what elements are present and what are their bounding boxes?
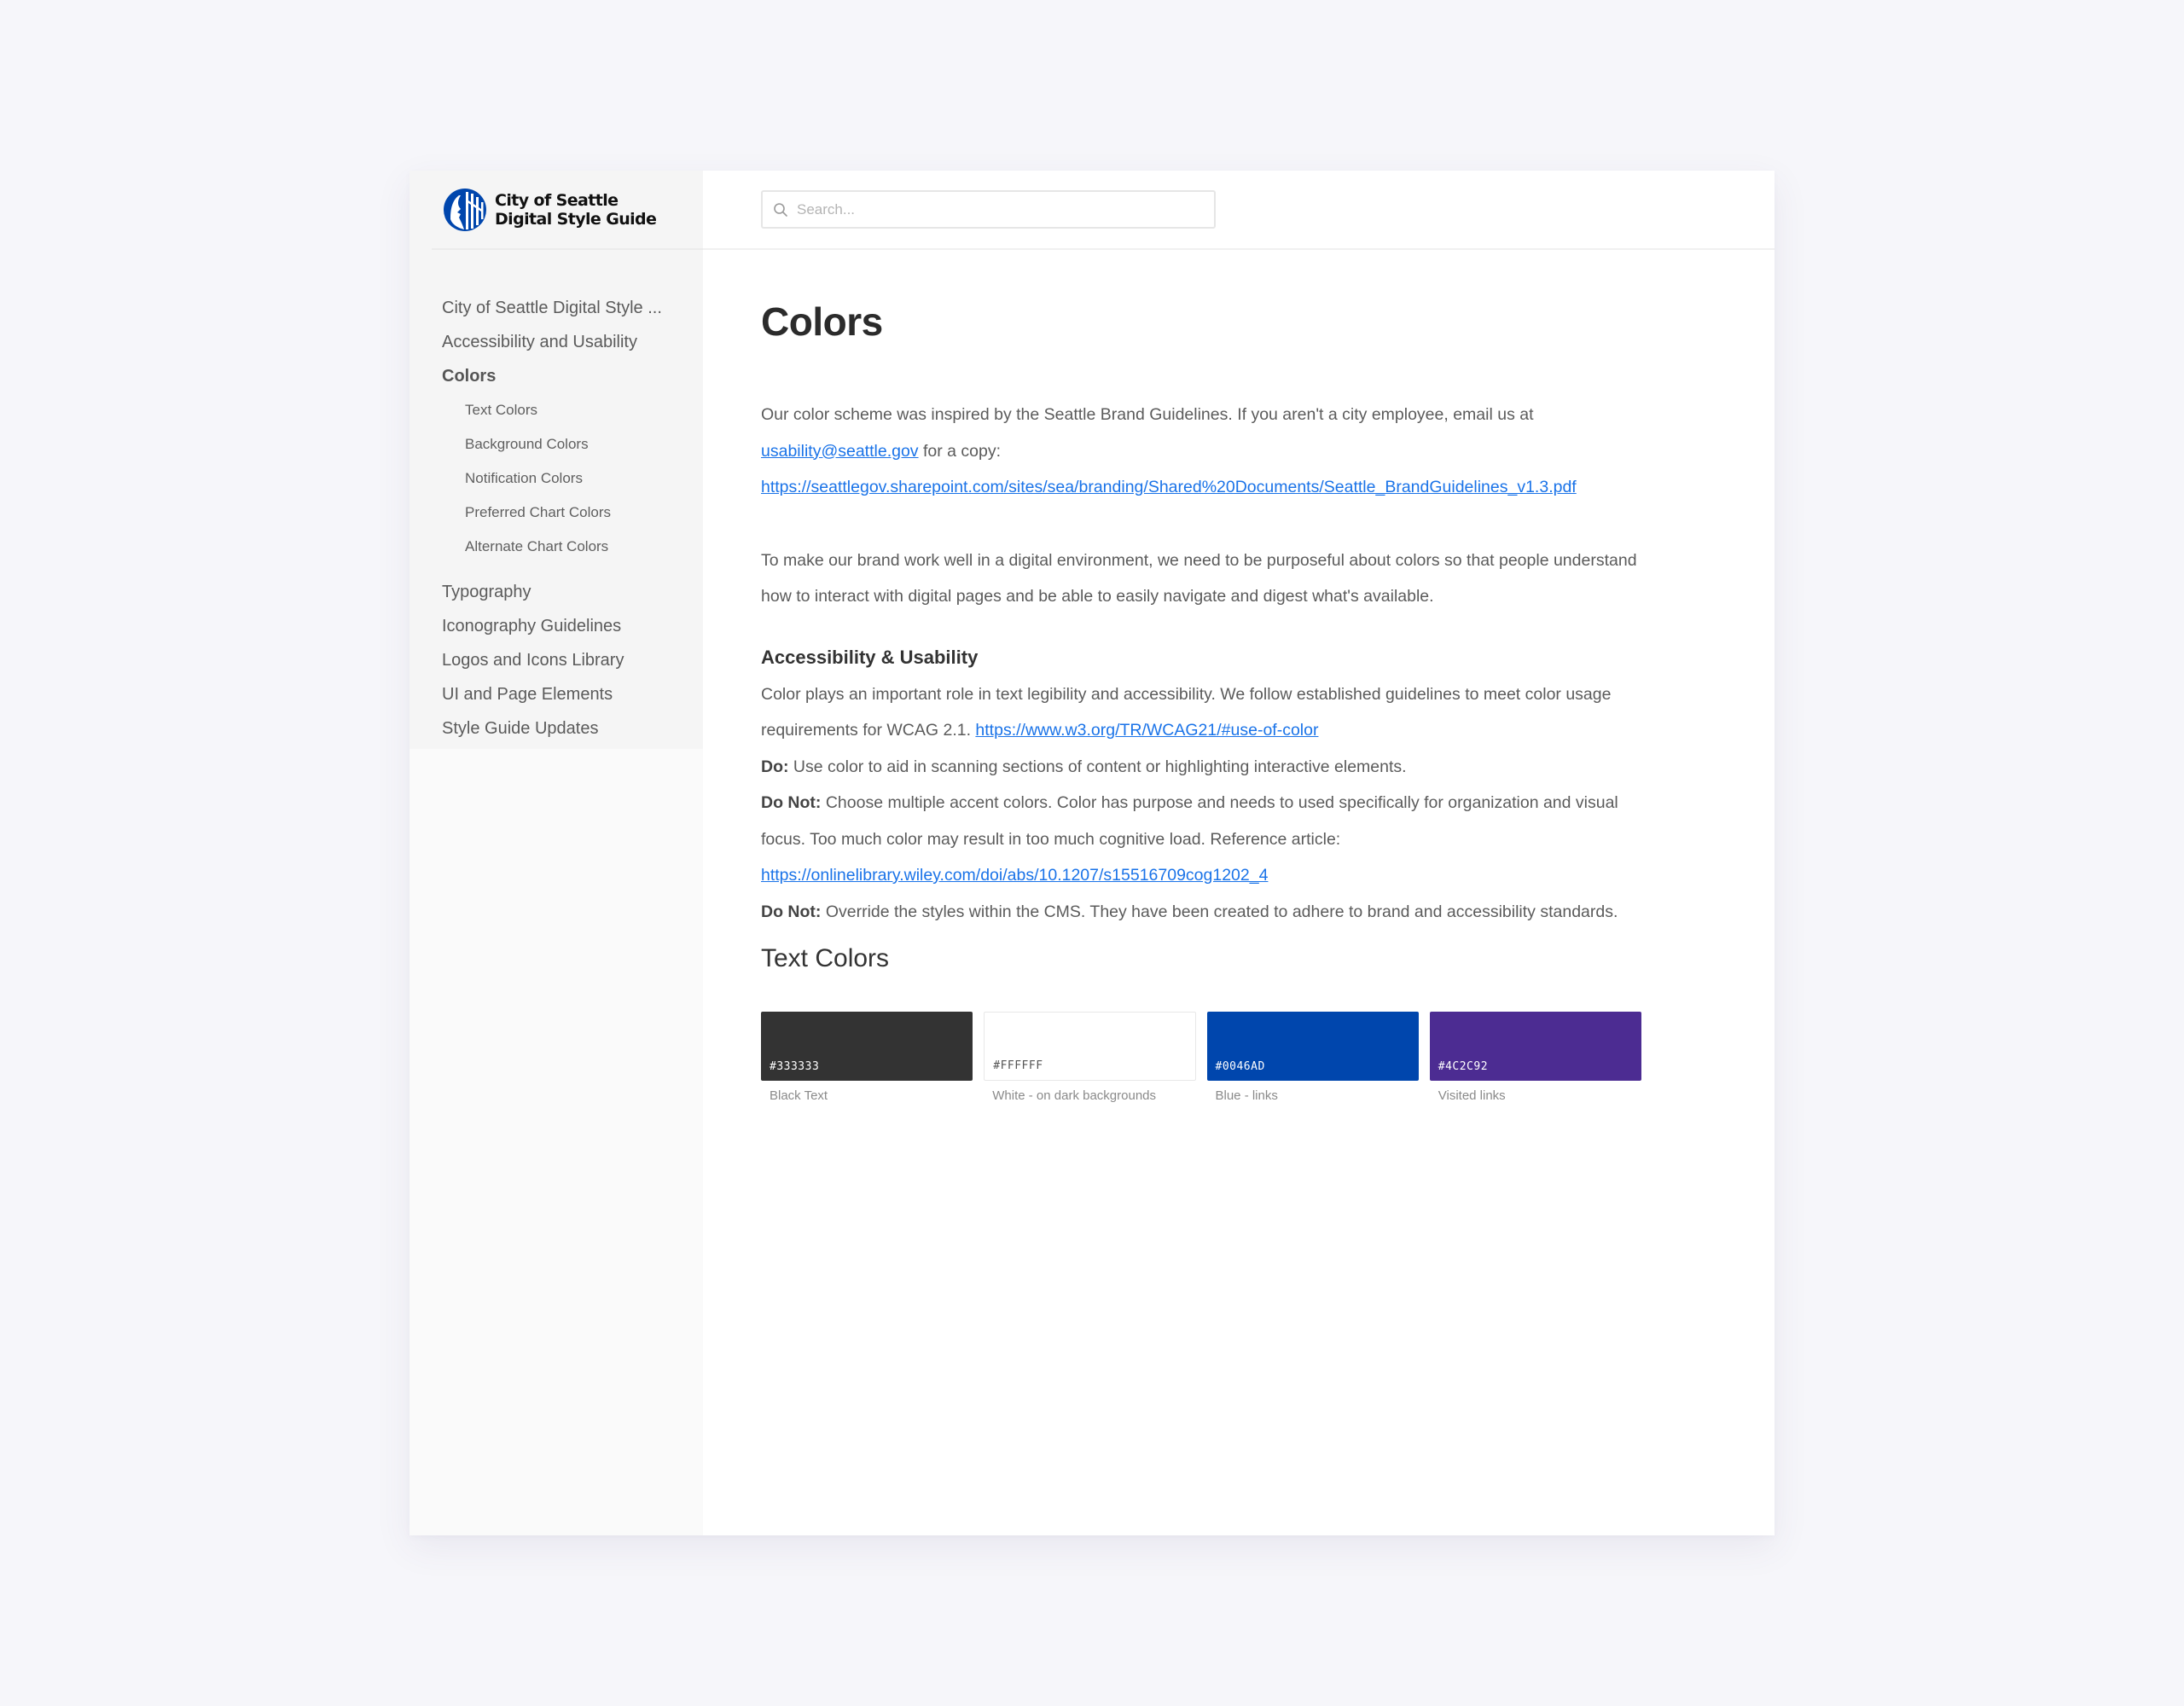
swatch-label: Visited links [1438,1088,1506,1103]
color-swatch: #0046AD [1206,1012,1419,1081]
app-window: City of Seattle Digital Style Guide City… [410,171,1774,1535]
sidebar-item-typography[interactable]: Typography [410,575,703,609]
sidebar-subitem-background-colors[interactable]: Background Colors [410,427,703,461]
brand-guidelines-link[interactable]: https://seattlegov.sharepoint.com/sites/… [761,478,1577,496]
do-not-text: Override the styles within the CMS. They… [821,902,1618,921]
search-icon [774,202,787,217]
swatch-blue-links: #0046AD Blue - links [1206,1012,1419,1103]
reference-article-link[interactable]: https://onlinelibrary.wiley.com/doi/abs/… [761,866,1268,885]
logo-text: City of Seattle Digital Style Guide [495,190,657,229]
accessibility-paragraph: Color plays an important role in text le… [761,676,1641,749]
text-color-swatches: #333333 Black Text #FFFFFF White - on da… [761,1012,1641,1103]
swatch-label: Black Text [770,1088,828,1103]
color-swatch: #FFFFFF [984,1012,1196,1081]
sidebar-subitem-notification-colors[interactable]: Notification Colors [410,461,703,496]
logo[interactable]: City of Seattle Digital Style Guide [432,171,703,250]
swatch-label: White - on dark backgrounds [992,1088,1157,1103]
intro-text: Our color scheme was inspired by the Sea… [761,405,1534,424]
do-not-text: Choose multiple accent colors. Color has… [761,793,1618,849]
main-content: Colors Our color scheme was inspired by … [703,171,1774,1535]
swatch-hex: #0046AD [1215,1060,1265,1073]
do-not-guideline-1: Do Not: Choose multiple accent colors. C… [761,785,1641,894]
intro-text-2: for a copy: [918,441,1002,461]
search-box[interactable] [761,190,1216,229]
page-title: Colors [761,299,883,344]
accessibility-heading: Accessibility & Usability [761,646,979,668]
swatch-hex: #333333 [770,1060,820,1073]
seattle-seal-icon [444,188,486,231]
do-label: Do: [761,757,789,776]
do-not-guideline-2: Do Not: Override the styles within the C… [761,894,1641,931]
sidebar-item-style-guide-updates[interactable]: Style Guide Updates [410,711,703,746]
article: Colors Our color scheme was inspired by … [703,296,1641,1103]
swatch-visited-links: #4C2C92 Visited links [1429,1012,1641,1103]
sidebar-item-logos-and-icons-library[interactable]: Logos and Icons Library [410,643,703,677]
sidebar-nav: City of Seattle Digital Style ... Access… [410,250,703,746]
do-not-label: Do Not: [761,902,822,921]
sidebar-nav-panel: City of Seattle Digital Style Guide City… [410,171,703,749]
color-swatch: #333333 [761,1012,973,1081]
digital-environment-paragraph: To make our brand work well in a digital… [761,550,1637,606]
top-bar [703,171,1774,250]
swatch-black-text: #333333 Black Text [761,1012,973,1103]
text-colors-heading: Text Colors [761,944,890,972]
sidebar-subitem-alternate-chart-colors[interactable]: Alternate Chart Colors [410,530,703,564]
sidebar-item-colors[interactable]: Colors [410,359,703,393]
wcag-link[interactable]: https://www.w3.org/TR/WCAG21/#use-of-col… [975,721,1318,740]
sidebar-subitem-preferred-chart-colors[interactable]: Preferred Chart Colors [410,496,703,530]
search-input[interactable] [797,200,1206,218]
logo-line-2: Digital Style Guide [495,209,657,229]
email-link[interactable]: usability@seattle.gov [761,442,919,461]
do-guideline: Do: Use color to aid in scanning section… [761,749,1641,786]
swatch-hex: #4C2C92 [1438,1060,1489,1073]
swatch-hex: #FFFFFF [993,1059,1043,1072]
logo-line-1: City of Seattle [495,190,619,210]
do-not-label: Do Not: [761,793,822,812]
intro-paragraph: Our color scheme was inspired by the Sea… [761,397,1641,506]
color-swatch: #4C2C92 [1429,1012,1641,1081]
accessibility-section: Color plays an important role in text le… [761,676,1641,931]
swatch-label: Blue - links [1215,1088,1278,1103]
sidebar-subitem-text-colors[interactable]: Text Colors [410,393,703,427]
sidebar-item-overview[interactable]: City of Seattle Digital Style ... [410,291,703,325]
sidebar-item-accessibility-and-usability[interactable]: Accessibility and Usability [410,325,703,359]
sidebar-item-iconography-guidelines[interactable]: Iconography Guidelines [410,609,703,643]
sidebar: City of Seattle Digital Style Guide City… [410,171,703,1535]
sidebar-item-ui-and-page-elements[interactable]: UI and Page Elements [410,677,703,711]
swatch-white: #FFFFFF White - on dark backgrounds [984,1012,1196,1103]
do-text: Use color to aid in scanning sections of… [788,757,1407,776]
